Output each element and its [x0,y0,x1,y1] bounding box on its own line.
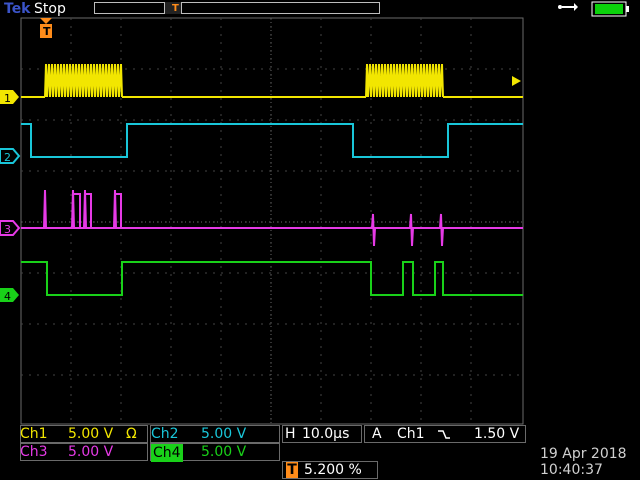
time: 10:40:37 [540,462,603,478]
run-state: Stop [34,1,66,17]
svg-text:3: 3 [4,223,11,236]
usb-icon [558,3,578,11]
oscilloscope-screen: 1 2 3 4 T [0,1,629,425]
ch1-scale: 5.00 V [68,426,114,442]
ch4-label: Ch4 [151,444,183,462]
record-length-bar[interactable] [94,2,380,14]
falling-edge-icon [438,430,450,439]
ch3-scale: 5.00 V [68,444,114,460]
svg-text:T: T [43,25,51,38]
trigger-position-value: 5.200 % [304,462,362,478]
horizontal-scale: 10.0µs [302,426,350,442]
battery-icon [591,1,629,17]
ch4-scale: 5.00 V [201,444,247,460]
ch2-scale: 5.00 V [201,426,247,442]
horizontal-label: H [285,426,296,442]
trigger-source: Ch1 [397,426,425,442]
record-trigger-marker: T [172,3,179,14]
trigger-level: 1.50 V [474,426,520,442]
ch2-label: Ch2 [151,426,179,442]
ch1-coupling-icon: Ω [126,426,137,442]
trigger-position-icon: T [286,462,298,478]
trigger-mode: A [372,426,382,442]
svg-text:2: 2 [4,151,11,164]
ch3-label: Ch3 [20,444,48,460]
brand-label: Tek [4,1,31,17]
ch1-label: Ch1 [20,426,48,442]
svg-text:1: 1 [4,92,11,105]
svg-text:4: 4 [4,290,11,303]
channel-markers[interactable]: 1 2 3 4 [0,90,21,303]
